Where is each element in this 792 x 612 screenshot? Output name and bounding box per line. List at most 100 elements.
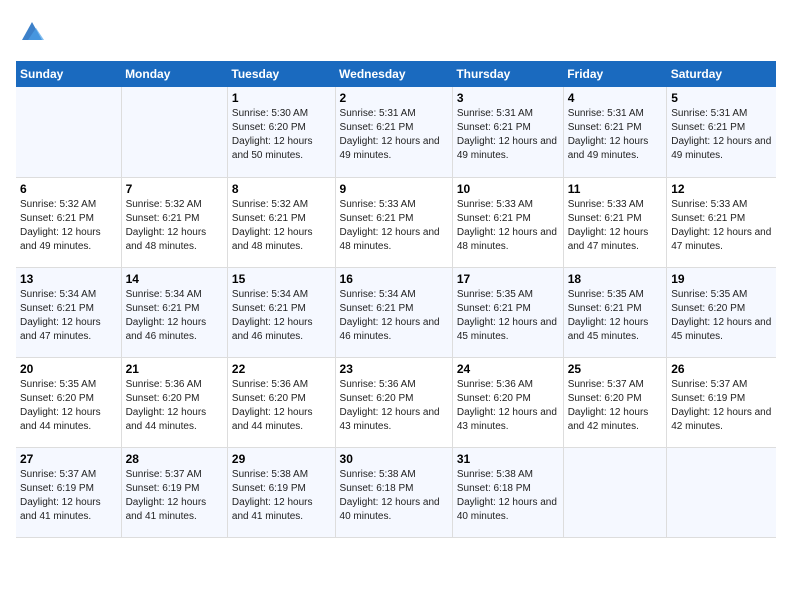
- day-number: 3: [457, 91, 559, 105]
- day-info: Sunrise: 5:35 AM Sunset: 6:20 PM Dayligh…: [671, 288, 772, 344]
- calendar-cell: [16, 87, 121, 177]
- calendar-cell: 30 Sunrise: 5:38 AM Sunset: 6:18 PM Dayli…: [335, 447, 452, 537]
- day-info: Sunrise: 5:37 AM Sunset: 6:19 PM Dayligh…: [671, 378, 772, 434]
- calendar-cell: 4 Sunrise: 5:31 AM Sunset: 6:21 PM Daylig…: [563, 87, 667, 177]
- day-info: Sunrise: 5:34 AM Sunset: 6:21 PM Dayligh…: [20, 288, 117, 344]
- calendar-cell: 20 Sunrise: 5:35 AM Sunset: 6:20 PM Dayli…: [16, 357, 121, 447]
- day-info: Sunrise: 5:34 AM Sunset: 6:21 PM Dayligh…: [126, 288, 223, 344]
- day-number: 9: [340, 182, 448, 196]
- calendar-cell: 14 Sunrise: 5:34 AM Sunset: 6:21 PM Dayli…: [121, 267, 227, 357]
- day-header-row: SundayMondayTuesdayWednesdayThursdayFrid…: [16, 61, 776, 87]
- day-number: 25: [568, 362, 663, 376]
- day-number: 17: [457, 272, 559, 286]
- week-row-1: 6 Sunrise: 5:32 AM Sunset: 6:21 PM Daylig…: [16, 177, 776, 267]
- calendar-cell: 31 Sunrise: 5:38 AM Sunset: 6:18 PM Dayli…: [452, 447, 563, 537]
- day-header-saturday: Saturday: [667, 61, 776, 87]
- day-info: Sunrise: 5:36 AM Sunset: 6:20 PM Dayligh…: [126, 378, 223, 434]
- day-info: Sunrise: 5:31 AM Sunset: 6:21 PM Dayligh…: [457, 107, 559, 163]
- day-number: 11: [568, 182, 663, 196]
- day-number: 2: [340, 91, 448, 105]
- calendar-cell: 21 Sunrise: 5:36 AM Sunset: 6:20 PM Dayli…: [121, 357, 227, 447]
- day-number: 22: [232, 362, 331, 376]
- day-header-tuesday: Tuesday: [227, 61, 335, 87]
- logo-icon: [18, 16, 46, 44]
- day-info: Sunrise: 5:34 AM Sunset: 6:21 PM Dayligh…: [340, 288, 448, 344]
- calendar-cell: 7Sunrise: 5:32 AM Sunset: 6:21 PM Daylig…: [121, 177, 227, 267]
- calendar-cell: 22 Sunrise: 5:36 AM Sunset: 6:20 PM Dayli…: [227, 357, 335, 447]
- calendar-cell: 8 Sunrise: 5:32 AM Sunset: 6:21 PM Daylig…: [227, 177, 335, 267]
- day-number: 23: [340, 362, 448, 376]
- day-number: 8: [232, 182, 331, 196]
- calendar-cell: 3 Sunrise: 5:31 AM Sunset: 6:21 PM Daylig…: [452, 87, 563, 177]
- day-number: 13: [20, 272, 117, 286]
- day-info: Sunrise: 5:36 AM Sunset: 6:20 PM Dayligh…: [457, 378, 559, 434]
- calendar-cell: 13 Sunrise: 5:34 AM Sunset: 6:21 PM Dayli…: [16, 267, 121, 357]
- day-info: Sunrise: 5:36 AM Sunset: 6:20 PM Dayligh…: [232, 378, 331, 434]
- calendar-cell: 10 Sunrise: 5:33 AM Sunset: 6:21 PM Dayli…: [452, 177, 563, 267]
- day-number: 30: [340, 452, 448, 466]
- week-row-3: 20 Sunrise: 5:35 AM Sunset: 6:20 PM Dayli…: [16, 357, 776, 447]
- day-info: Sunrise: 5:33 AM Sunset: 6:21 PM Dayligh…: [568, 198, 663, 254]
- page-header: [16, 16, 776, 49]
- day-info: Sunrise: 5:37 AM Sunset: 6:20 PM Dayligh…: [568, 378, 663, 434]
- calendar-cell: [563, 447, 667, 537]
- week-row-2: 13 Sunrise: 5:34 AM Sunset: 6:21 PM Dayli…: [16, 267, 776, 357]
- day-info: Sunrise: 5:35 AM Sunset: 6:20 PM Dayligh…: [20, 378, 117, 434]
- day-info: Sunrise: 5:33 AM Sunset: 6:21 PM Dayligh…: [671, 198, 772, 254]
- calendar-cell: 1 Sunrise: 5:30 AM Sunset: 6:20 PM Daylig…: [227, 87, 335, 177]
- day-info: Sunrise: 5:34 AM Sunset: 6:21 PM Dayligh…: [232, 288, 331, 344]
- week-row-0: 1 Sunrise: 5:30 AM Sunset: 6:20 PM Daylig…: [16, 87, 776, 177]
- day-info: Sunrise: 5:33 AM Sunset: 6:21 PM Dayligh…: [340, 198, 448, 254]
- calendar-cell: 15Sunrise: 5:34 AM Sunset: 6:21 PM Dayli…: [227, 267, 335, 357]
- day-info: Sunrise: 5:31 AM Sunset: 6:21 PM Dayligh…: [340, 107, 448, 163]
- day-number: 18: [568, 272, 663, 286]
- calendar-cell: 16 Sunrise: 5:34 AM Sunset: 6:21 PM Dayli…: [335, 267, 452, 357]
- calendar-cell: 29 Sunrise: 5:38 AM Sunset: 6:19 PM Dayli…: [227, 447, 335, 537]
- calendar-cell: 23Sunrise: 5:36 AM Sunset: 6:20 PM Dayli…: [335, 357, 452, 447]
- day-header-friday: Friday: [563, 61, 667, 87]
- day-header-thursday: Thursday: [452, 61, 563, 87]
- logo: [16, 16, 46, 49]
- day-number: 19: [671, 272, 772, 286]
- calendar-cell: 5 Sunrise: 5:31 AM Sunset: 6:21 PM Daylig…: [667, 87, 776, 177]
- day-number: 27: [20, 452, 117, 466]
- day-info: Sunrise: 5:31 AM Sunset: 6:21 PM Dayligh…: [671, 107, 772, 163]
- day-number: 21: [126, 362, 223, 376]
- day-header-wednesday: Wednesday: [335, 61, 452, 87]
- day-number: 20: [20, 362, 117, 376]
- day-header-sunday: Sunday: [16, 61, 121, 87]
- day-info: Sunrise: 5:38 AM Sunset: 6:18 PM Dayligh…: [340, 468, 448, 524]
- day-info: Sunrise: 5:38 AM Sunset: 6:19 PM Dayligh…: [232, 468, 331, 524]
- day-info: Sunrise: 5:37 AM Sunset: 6:19 PM Dayligh…: [20, 468, 117, 524]
- day-number: 29: [232, 452, 331, 466]
- day-info: Sunrise: 5:32 AM Sunset: 6:21 PM Dayligh…: [232, 198, 331, 254]
- day-number: 24: [457, 362, 559, 376]
- calendar-table: SundayMondayTuesdayWednesdayThursdayFrid…: [16, 61, 776, 538]
- day-info: Sunrise: 5:38 AM Sunset: 6:18 PM Dayligh…: [457, 468, 559, 524]
- day-number: 4: [568, 91, 663, 105]
- calendar-cell: 28Sunrise: 5:37 AM Sunset: 6:19 PM Dayli…: [121, 447, 227, 537]
- day-info: Sunrise: 5:32 AM Sunset: 6:21 PM Dayligh…: [126, 198, 223, 254]
- day-info: Sunrise: 5:31 AM Sunset: 6:21 PM Dayligh…: [568, 107, 663, 163]
- day-info: Sunrise: 5:30 AM Sunset: 6:20 PM Dayligh…: [232, 107, 331, 163]
- day-number: 12: [671, 182, 772, 196]
- calendar-cell: 2 Sunrise: 5:31 AM Sunset: 6:21 PM Daylig…: [335, 87, 452, 177]
- day-info: Sunrise: 5:35 AM Sunset: 6:21 PM Dayligh…: [568, 288, 663, 344]
- day-number: 6: [20, 182, 117, 196]
- calendar-cell: 26Sunrise: 5:37 AM Sunset: 6:19 PM Dayli…: [667, 357, 776, 447]
- day-number: 1: [232, 91, 331, 105]
- calendar-cell: 27 Sunrise: 5:37 AM Sunset: 6:19 PM Dayli…: [16, 447, 121, 537]
- calendar-cell: 9 Sunrise: 5:33 AM Sunset: 6:21 PM Daylig…: [335, 177, 452, 267]
- day-number: 14: [126, 272, 223, 286]
- calendar-cell: 11 Sunrise: 5:33 AM Sunset: 6:21 PM Dayli…: [563, 177, 667, 267]
- calendar-cell: [667, 447, 776, 537]
- calendar-cell: 24 Sunrise: 5:36 AM Sunset: 6:20 PM Dayli…: [452, 357, 563, 447]
- day-info: Sunrise: 5:33 AM Sunset: 6:21 PM Dayligh…: [457, 198, 559, 254]
- day-number: 5: [671, 91, 772, 105]
- day-number: 16: [340, 272, 448, 286]
- day-info: Sunrise: 5:35 AM Sunset: 6:21 PM Dayligh…: [457, 288, 559, 344]
- week-row-4: 27 Sunrise: 5:37 AM Sunset: 6:19 PM Dayli…: [16, 447, 776, 537]
- day-number: 10: [457, 182, 559, 196]
- day-number: 31: [457, 452, 559, 466]
- day-header-monday: Monday: [121, 61, 227, 87]
